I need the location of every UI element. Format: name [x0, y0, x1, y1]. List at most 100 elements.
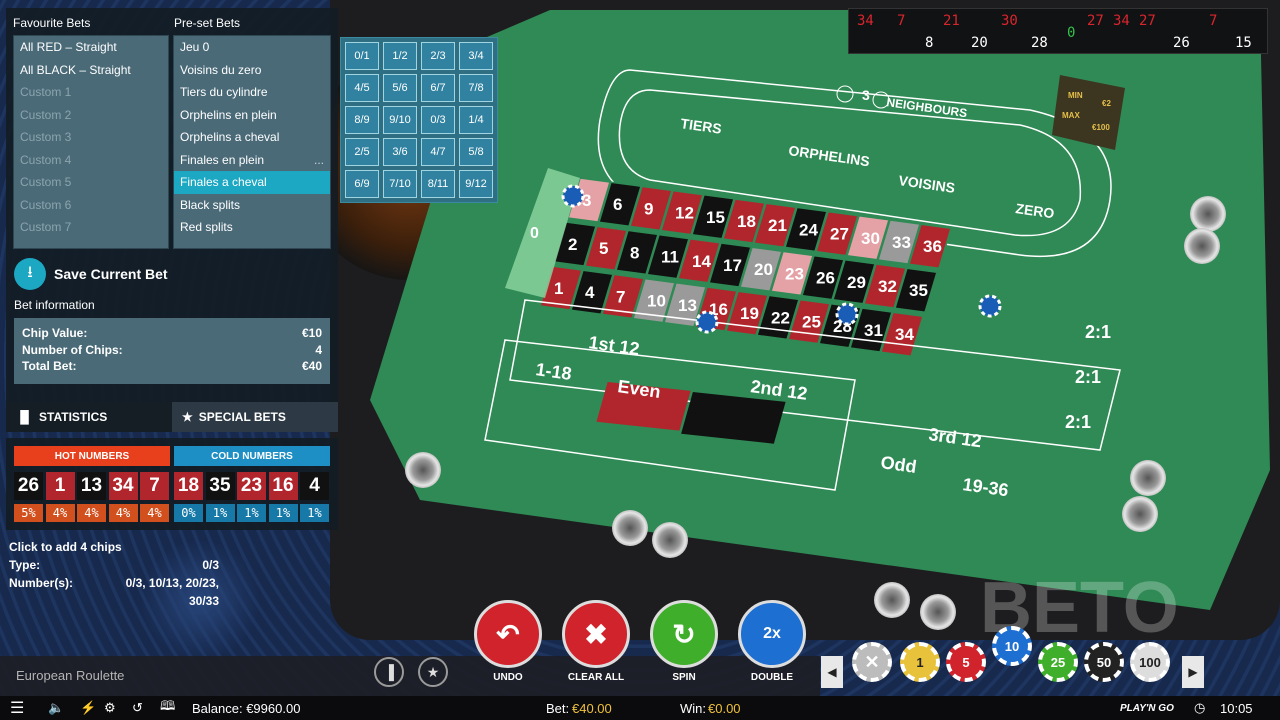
max-label: MAX	[1062, 111, 1080, 120]
win-value: €0.00	[708, 700, 741, 716]
clear-all-button[interactable]: ✖	[562, 600, 630, 668]
number-label: 10	[647, 292, 666, 311]
favourite-bet-item[interactable]: All BLACK – Straight	[14, 59, 168, 82]
number-label: 1	[554, 279, 563, 298]
bet-numbers-row-2: 30/33	[9, 592, 219, 610]
favourite-bets-title: Favourite Bets	[13, 16, 91, 30]
chip-10[interactable]: 10	[992, 626, 1032, 666]
split-bet-cell[interactable]: 4/7	[421, 138, 455, 166]
preset-bet-item[interactable]: Black splits	[174, 194, 330, 217]
tab-special-bets[interactable]: ★ SPECIAL BETS	[172, 402, 338, 432]
split-bet-cell[interactable]: 1/4	[459, 106, 493, 134]
split-bet-cell[interactable]: 9/12	[459, 170, 493, 198]
number-label: 25	[802, 313, 821, 332]
split-bet-cell[interactable]: 6/7	[421, 74, 455, 102]
save-current-bet-button[interactable]: ⭳ Save Current Bet	[14, 258, 168, 290]
chip-25[interactable]: 25	[1038, 642, 1078, 682]
preset-bet-item[interactable]: Finales en plein...	[174, 149, 330, 172]
statistics-button[interactable]: ▐	[374, 657, 404, 687]
favourite-bet-item[interactable]: All RED – Straight	[14, 36, 168, 59]
split-bet-cell[interactable]: 0/3	[421, 106, 455, 134]
number-label: 7	[616, 287, 625, 306]
number-label: 31	[864, 321, 883, 340]
history-icon[interactable]: ↺	[132, 700, 143, 716]
chip-count: 4	[315, 342, 322, 357]
spin-button[interactable]: ↻	[650, 600, 718, 668]
bet-numbers-value-1: 0/3, 10/13, 20/23,	[125, 576, 219, 590]
double-button[interactable]: 2x	[738, 600, 806, 668]
chips-prev-button[interactable]: ◀	[821, 656, 843, 688]
column-2-bet[interactable]: 2:1	[1075, 367, 1101, 387]
favourite-bet-item[interactable]: Custom 7	[14, 216, 168, 239]
remove-chip-button[interactable]: ✕	[852, 642, 892, 682]
favourite-bet-item[interactable]: Custom 5	[14, 171, 168, 194]
preset-bet-item[interactable]: Orphelins a cheval	[174, 126, 330, 149]
hot-number: 26	[14, 472, 43, 500]
bet-type-value: 0/3	[202, 558, 219, 572]
preset-bet-item[interactable]: Voisins du zero	[174, 59, 330, 82]
cold-number: 18	[174, 472, 203, 500]
chips-next-button[interactable]: ▶	[1182, 656, 1204, 688]
clock-time: 10:05	[1220, 700, 1253, 716]
split-bet-cell[interactable]: 0/1	[345, 42, 379, 70]
settings-icon[interactable]: ⚙	[104, 700, 116, 716]
turbo-icon[interactable]: ⚡	[80, 700, 96, 716]
preset-bet-item[interactable]: Red splits	[174, 216, 330, 239]
menu-icon[interactable]: ☰	[10, 698, 24, 718]
number-label: 18	[737, 212, 756, 231]
split-bet-cell[interactable]: 8/11	[421, 170, 455, 198]
bet-type-row: Type: 0/3	[9, 556, 219, 574]
split-bet-cell[interactable]: 2/5	[345, 138, 379, 166]
preset-bet-item[interactable]: Orphelins en plein	[174, 104, 330, 127]
hot-percent: 4%	[45, 504, 75, 522]
favourite-bet-item[interactable]: Custom 6	[14, 194, 168, 217]
split-bet-cell[interactable]: 4/5	[345, 74, 379, 102]
split-bet-cell[interactable]: 5/8	[459, 138, 493, 166]
split-bet-cell[interactable]: 6/9	[345, 170, 379, 198]
more-icon[interactable]: ...	[314, 149, 324, 171]
number-label: 33	[892, 233, 911, 252]
tab-statistics[interactable]: ▐▌ STATISTICS	[6, 402, 172, 432]
column-1-bet[interactable]: 2:1	[1085, 322, 1111, 342]
total-bet-row: Total Bet: €40	[22, 359, 322, 376]
history-black-5: 15	[1235, 35, 1252, 51]
undo-button[interactable]: ↶	[474, 600, 542, 668]
history-green-1: 0	[1067, 25, 1076, 41]
favourite-bet-item[interactable]: Custom 4	[14, 149, 168, 172]
max-value: €100	[1092, 123, 1110, 132]
split-bet-cell[interactable]: 8/9	[345, 106, 379, 134]
favourite-bet-item[interactable]: Custom 1	[14, 81, 168, 104]
number-label: 27	[830, 225, 849, 244]
preset-bet-item[interactable]: Jeu 0	[174, 36, 330, 59]
chip-5[interactable]: 5	[946, 642, 986, 682]
chip-cup	[1122, 496, 1158, 532]
sound-icon[interactable]: 🔈	[48, 700, 64, 716]
number-label: 17	[723, 256, 742, 275]
hot-number: 7	[140, 472, 169, 500]
chip-1[interactable]: 1	[900, 642, 940, 682]
number-label: 12	[675, 204, 694, 223]
split-bet-cell[interactable]: 7/10	[383, 170, 417, 198]
favourite-bet-item[interactable]: Custom 2	[14, 104, 168, 127]
preset-bet-item[interactable]: Tiers du cylindre	[174, 81, 330, 104]
favourite-bet-item[interactable]: Custom 3	[14, 126, 168, 149]
split-bet-cell[interactable]: 5/6	[383, 74, 417, 102]
split-bet-cell[interactable]: 3/4	[459, 42, 493, 70]
rules-book-icon[interactable]: 🕮	[160, 697, 175, 719]
bar-chart-icon: ▐	[384, 664, 394, 680]
chip-100[interactable]: 100	[1130, 642, 1170, 682]
bet-value: €40.00	[572, 700, 612, 716]
bet-numbers-row: Number(s): 0/3, 10/13, 20/23,	[9, 574, 219, 592]
number-label: 35	[909, 281, 928, 300]
split-bet-cell[interactable]: 7/8	[459, 74, 493, 102]
split-bet-cell[interactable]: 1/2	[383, 42, 417, 70]
split-bet-cell[interactable]: 3/6	[383, 138, 417, 166]
double-label: DOUBLE	[750, 672, 794, 683]
special-bets-button[interactable]: ★	[418, 657, 448, 687]
preset-bet-item[interactable]: Finales a cheval	[174, 171, 330, 194]
split-bet-cell[interactable]: 2/3	[421, 42, 455, 70]
column-3-bet[interactable]: 2:1	[1065, 412, 1091, 432]
chip-50[interactable]: 50	[1084, 642, 1124, 682]
split-bet-cell[interactable]: 9/10	[383, 106, 417, 134]
number-label: 4	[585, 283, 595, 302]
